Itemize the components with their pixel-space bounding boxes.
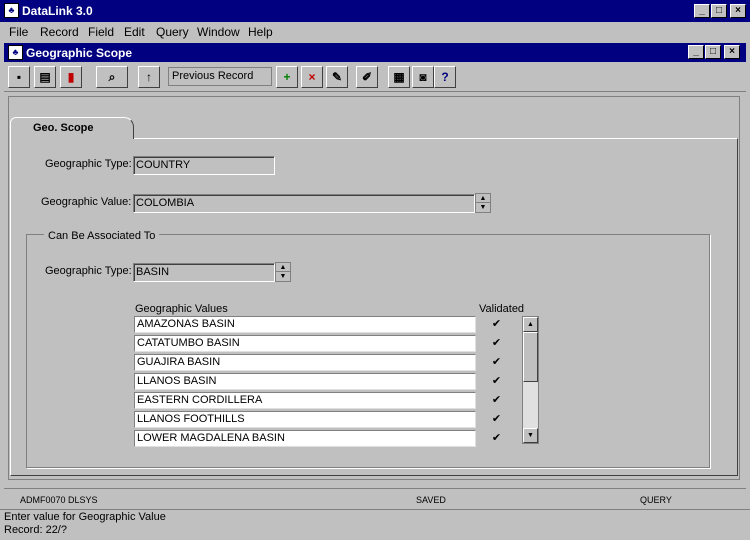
list-icon[interactable]: ▦ [388,66,410,88]
assoc-type-field[interactable]: BASIN [133,263,275,282]
menu-record[interactable]: Record [40,25,79,39]
window-close-button[interactable]: × [724,45,740,59]
status-right: QUERY [640,495,672,505]
geo-value-row[interactable]: LLANOS FOOTHILLS [134,411,476,428]
delete-record-icon[interactable]: × [301,66,323,88]
validated-checkbox[interactable]: ✔ [490,394,503,407]
message-area: Enter value for Geographic Value Record:… [0,509,750,540]
geo-type-field[interactable]: COUNTRY [133,156,275,175]
menu-field[interactable]: Field [88,25,114,39]
window-title: Geographic Scope [26,46,133,60]
status-bar: ADMF0070 DLSYS SAVED QUERY [4,488,746,508]
window-titlebar: ♣ Geographic Scope _ □ × [4,43,746,62]
rows-scrollbar[interactable]: ▲ ▼ [522,316,539,444]
geo-value-label: Geographic Value: [41,196,132,208]
geo-value-row[interactable]: LLANOS BASIN [134,373,476,390]
record-indicator: Record: 22/? [4,524,67,536]
arrow-up-icon[interactable]: ↑ [138,66,160,88]
save-icon[interactable]: ▪ [8,66,30,88]
geo-value-row[interactable]: GUAJIRA BASIN [134,354,476,371]
app-title: DataLink 3.0 [22,4,93,18]
menu-bar: File Record Field Edit Query Window Help [0,22,750,42]
assoc-group-label: Can Be Associated To [44,230,160,242]
assoc-type-spinner[interactable]: ▲ ▼ [275,262,291,282]
geo-value-row[interactable]: AMAZONAS BASIN [134,316,476,333]
window-icon: ♣ [8,45,23,60]
close-button[interactable]: × [730,4,746,18]
previous-record-field[interactable]: Previous Record [168,67,272,86]
validated-checkbox[interactable]: ✔ [490,337,503,350]
validated-checkbox[interactable]: ✔ [490,356,503,369]
status-center: SAVED [416,495,446,505]
menu-file[interactable]: File [9,25,28,39]
message-line: Enter value for Geographic Value [4,511,166,523]
clear-icon[interactable]: ✎ [326,66,348,88]
validated-header: Validated [479,303,525,315]
scroll-thumb[interactable] [523,332,538,382]
insert-record-icon[interactable]: + [276,66,298,88]
toolbar: ▪ ▤ ▮ ⌕ ↑ Previous Record + × ✎ ✐ ▦ ◙ ? [4,62,746,92]
validated-checkbox[interactable]: ✔ [490,318,503,331]
geo-type-label: Geographic Type: [45,158,132,170]
window-maximize-button[interactable]: □ [705,45,721,59]
search-icon[interactable]: ⌕ [96,66,128,88]
maximize-button[interactable]: □ [711,4,727,18]
window-minimize-button[interactable]: _ [688,45,704,59]
menu-help[interactable]: Help [248,25,273,39]
geo-value-row[interactable]: LOWER MAGDALENA BASIN [134,430,476,447]
app-icon: ♣ [4,3,19,18]
edit-icon[interactable]: ✐ [356,66,378,88]
geo-value-field[interactable]: COLOMBIA [133,194,475,213]
geo-values-header: Geographic Values [135,303,228,315]
validated-checkbox[interactable]: ✔ [490,413,503,426]
validated-checkbox[interactable]: ✔ [490,375,503,388]
geo-value-spinner[interactable]: ▲ ▼ [475,193,491,213]
status-left: ADMF0070 DLSYS [20,495,98,505]
validated-checkbox[interactable]: ✔ [490,432,503,445]
scroll-up-button[interactable]: ▲ [523,317,538,332]
exit-icon[interactable]: ▮ [60,66,82,88]
print-icon[interactable]: ▤ [34,66,56,88]
app-titlebar: ♣ DataLink 3.0 _ □ × [0,0,750,22]
tab-geo-scope[interactable]: Geo. Scope [10,117,134,139]
tab-label: Geo. Scope [33,122,94,134]
lock-icon[interactable]: ◙ [412,66,434,88]
menu-query[interactable]: Query [156,25,189,39]
assoc-type-label: Geographic Type: [45,265,132,277]
geo-value-row[interactable]: EASTERN CORDILLERA [134,392,476,409]
menu-edit[interactable]: Edit [124,25,145,39]
geo-value-row[interactable]: CATATUMBO BASIN [134,335,476,352]
minimize-button[interactable]: _ [694,4,710,18]
menu-window[interactable]: Window [197,25,240,39]
scroll-down-button[interactable]: ▼ [523,428,538,443]
help-icon[interactable]: ? [434,66,456,88]
